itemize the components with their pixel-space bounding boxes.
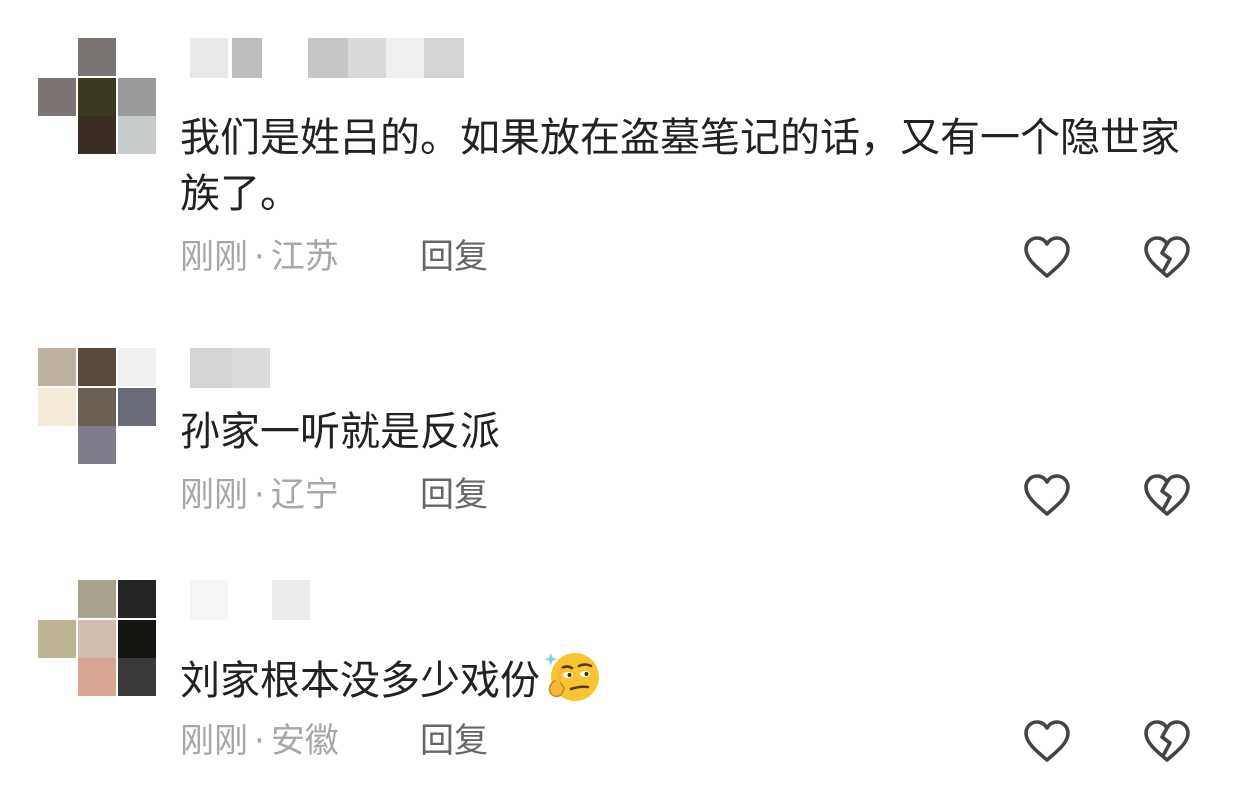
- dislike-button[interactable]: [1142, 234, 1192, 280]
- dislike-button[interactable]: [1142, 718, 1192, 764]
- broken-heart-icon: [1142, 472, 1192, 518]
- thinking-smirk-emoji-icon: [544, 648, 602, 706]
- heart-outline-icon: [1022, 472, 1072, 518]
- like-button[interactable]: [1022, 472, 1072, 518]
- comment-location: 江苏: [270, 237, 339, 277]
- heart-outline-icon: [1022, 234, 1072, 280]
- meta-separator: ·: [254, 475, 265, 515]
- comment-time: 刚刚: [180, 237, 248, 277]
- broken-heart-icon: [1142, 234, 1192, 280]
- avatar[interactable]: [38, 348, 158, 468]
- avatar[interactable]: [38, 580, 158, 700]
- like-button[interactable]: [1022, 718, 1072, 764]
- comment-meta: 刚刚 · 辽宁: [180, 473, 339, 517]
- avatar[interactable]: [38, 38, 158, 158]
- reply-button[interactable]: 回复: [420, 235, 488, 279]
- comment-location: 辽宁: [270, 475, 339, 515]
- meta-separator: ·: [254, 721, 265, 761]
- heart-outline-icon: [1022, 718, 1072, 764]
- meta-separator: ·: [254, 237, 265, 277]
- comment-text-content: 刘家根本没多少戏份: [180, 658, 540, 704]
- comment-meta: 刚刚 · 安徽: [180, 719, 339, 763]
- comment-text: 刘家根本没多少戏份: [180, 648, 1190, 709]
- broken-heart-icon: [1142, 718, 1192, 764]
- comment-text: 我们是姓吕的。如果放在盗墓笔记的话，又有一个隐世家族了。: [180, 115, 1180, 217]
- comment-time: 刚刚: [180, 475, 248, 515]
- comment-location: 安徽: [270, 721, 339, 761]
- like-button[interactable]: [1022, 234, 1072, 280]
- comment-meta: 刚刚 · 江苏: [180, 235, 339, 279]
- comment-text: 孙家一听就是反派: [180, 409, 500, 455]
- dislike-button[interactable]: [1142, 472, 1192, 518]
- comment-time: 刚刚: [180, 721, 248, 761]
- reply-button[interactable]: 回复: [420, 719, 488, 763]
- reply-button[interactable]: 回复: [420, 473, 488, 517]
